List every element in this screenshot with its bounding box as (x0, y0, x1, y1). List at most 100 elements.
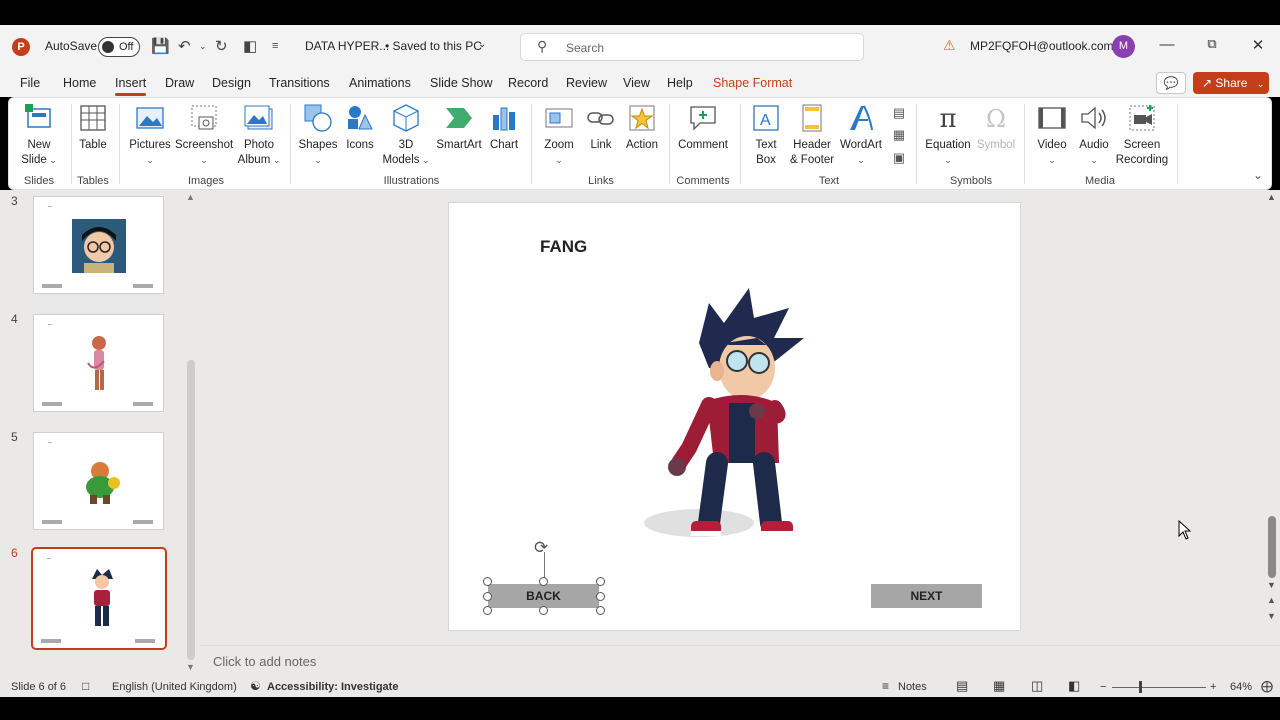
resize-handle[interactable] (596, 577, 605, 586)
comment-button[interactable]: Comment (675, 103, 731, 153)
tab-animations[interactable]: Animations (349, 76, 411, 90)
document-name[interactable]: DATA HYPER... (305, 39, 389, 53)
slide-title[interactable]: FANG (540, 237, 587, 257)
equation-button[interactable]: π Equation ⌄ (923, 103, 973, 168)
tab-design[interactable]: Design (212, 76, 251, 90)
previous-slide-icon[interactable]: ▲ (1267, 595, 1276, 605)
tab-insert[interactable]: Insert (115, 76, 147, 96)
close-icon[interactable]: ✕ (1243, 36, 1273, 54)
save-status[interactable]: • Saved to this PC (385, 39, 482, 53)
fit-to-window-icon[interactable]: ⨁ (1261, 679, 1273, 693)
slide-thumbnail-selected[interactable]: — (31, 547, 167, 650)
slide-number-button[interactable]: ▦ (889, 127, 909, 142)
undo-dropdown-icon[interactable]: ⌄ (199, 41, 207, 52)
resize-handle[interactable] (539, 577, 548, 586)
slide-thumbnail[interactable]: — (33, 314, 164, 412)
zoom-button[interactable]: Zoom ⌄ (539, 103, 579, 168)
accessibility-status[interactable]: Accessibility: Investigate (267, 681, 398, 693)
slide-sorter-icon[interactable]: ▦ (993, 678, 1005, 694)
symbol-button[interactable]: Ω Symbol (975, 103, 1017, 153)
new-slide-button[interactable]: New Slide ⌄ (19, 103, 59, 168)
spelling-check-icon[interactable]: □ (82, 679, 89, 693)
present-icon[interactable]: ◧ (243, 37, 257, 55)
object-button[interactable]: ▣ (889, 150, 909, 165)
scroll-down-icon[interactable]: ▼ (186, 662, 195, 672)
reading-view-icon[interactable]: ◫ (1031, 678, 1043, 694)
zoom-slider-thumb[interactable] (1139, 681, 1142, 693)
next-slide-icon[interactable]: ▼ (1267, 611, 1276, 621)
tab-transitions[interactable]: Transitions (269, 76, 330, 90)
thumbnails-scrollbar[interactable] (187, 360, 195, 660)
resize-handle[interactable] (483, 577, 492, 586)
next-button[interactable]: NEXT (871, 584, 982, 608)
date-time-button[interactable]: ▤ (889, 105, 909, 120)
zoom-in-icon[interactable]: + (1210, 681, 1216, 693)
resize-handle[interactable] (539, 606, 548, 615)
restore-icon[interactable]: ⧉ (1197, 36, 1227, 52)
slide-thumbnail[interactable]: — (33, 432, 164, 530)
scroll-down-icon[interactable]: ▼ (1267, 580, 1276, 590)
slide-canvas[interactable]: FANG BACK ⟳ NEXT (448, 202, 1021, 631)
tab-review[interactable]: Review (566, 76, 607, 90)
icons-button[interactable]: Icons (342, 103, 378, 153)
wordart-button[interactable]: WordArt ⌄ (838, 103, 884, 168)
tab-help[interactable]: Help (667, 76, 693, 90)
resize-handle[interactable] (596, 606, 605, 615)
scroll-up-icon[interactable]: ▲ (186, 192, 195, 202)
photo-album-button[interactable]: Photo Album ⌄ (235, 103, 283, 168)
notes-pane[interactable]: Click to add notes (200, 645, 1280, 677)
action-button[interactable]: Action (622, 103, 662, 153)
3d-models-button[interactable]: 3D Models ⌄ (381, 103, 431, 168)
tab-draw[interactable]: Draw (165, 76, 194, 90)
tab-shape-format[interactable]: Shape Format (713, 76, 792, 90)
zoom-out-icon[interactable]: − (1100, 681, 1106, 693)
text-box-button[interactable]: A Text Box (747, 103, 785, 168)
audio-button[interactable]: Audio ⌄ (1075, 103, 1113, 168)
rotate-handle-icon[interactable]: ⟳ (534, 538, 548, 558)
shapes-button[interactable]: Shapes ⌄ (296, 103, 340, 168)
header-footer-button[interactable]: Header & Footer (788, 103, 836, 168)
link-label: Link (590, 139, 612, 151)
chart-button[interactable]: Chart (486, 103, 522, 153)
account-email[interactable]: MP2FQFOH@outlook.com (970, 39, 1114, 53)
video-button[interactable]: Video ⌄ (1033, 103, 1071, 168)
customize-toolbar-icon[interactable]: ≡ (272, 40, 278, 52)
notes-toggle[interactable]: Notes (898, 681, 927, 693)
chevron-down-icon[interactable]: ⌄ (478, 39, 486, 50)
share-button[interactable]: ↗ Share ⌄ (1193, 72, 1269, 94)
screen-recording-button[interactable]: Screen Recording (1115, 103, 1169, 168)
comments-button[interactable]: 💬 (1156, 72, 1186, 94)
zoom-level[interactable]: 64% (1230, 681, 1252, 693)
editor-scrollbar[interactable] (1268, 516, 1276, 578)
back-button[interactable]: BACK (488, 584, 599, 608)
save-icon[interactable]: 💾 (151, 37, 170, 55)
undo-icon[interactable]: ↶ (178, 37, 191, 55)
scroll-up-icon[interactable]: ▲ (1267, 192, 1276, 202)
smartart-button[interactable]: SmartArt (434, 103, 484, 153)
pictures-button[interactable]: Pictures ⌄ (127, 103, 173, 168)
screenshot-button[interactable]: Screenshot ⌄ (175, 103, 233, 168)
resize-handle[interactable] (483, 592, 492, 601)
collapse-ribbon-icon[interactable]: ⌄ (1253, 168, 1263, 182)
tab-view[interactable]: View (623, 76, 650, 90)
autosave-toggle[interactable]: Off (98, 37, 140, 57)
normal-view-icon[interactable]: ▤ (956, 678, 968, 694)
resize-handle[interactable] (596, 592, 605, 601)
character-image[interactable] (629, 283, 849, 553)
language-indicator[interactable]: English (United Kingdom) (112, 681, 237, 693)
slide-show-icon[interactable]: ◧ (1068, 678, 1080, 694)
tab-record[interactable]: Record (508, 76, 548, 90)
table-button[interactable]: Table (75, 103, 111, 153)
slide-thumbnail[interactable]: — (33, 196, 164, 294)
avatar[interactable]: M (1112, 35, 1135, 58)
tab-slide-show[interactable]: Slide Show (430, 76, 493, 90)
tab-home[interactable]: Home (63, 76, 96, 90)
redo-icon[interactable]: ↻ (215, 37, 228, 55)
zoom-slider[interactable] (1112, 687, 1206, 688)
resize-handle[interactable] (483, 606, 492, 615)
search-box[interactable]: ⚲ Search (520, 33, 864, 61)
tab-file[interactable]: File (20, 76, 40, 90)
link-button[interactable]: Link (583, 103, 619, 153)
minimize-icon[interactable]: — (1152, 36, 1182, 53)
warning-icon[interactable]: ⚠ (943, 37, 956, 54)
